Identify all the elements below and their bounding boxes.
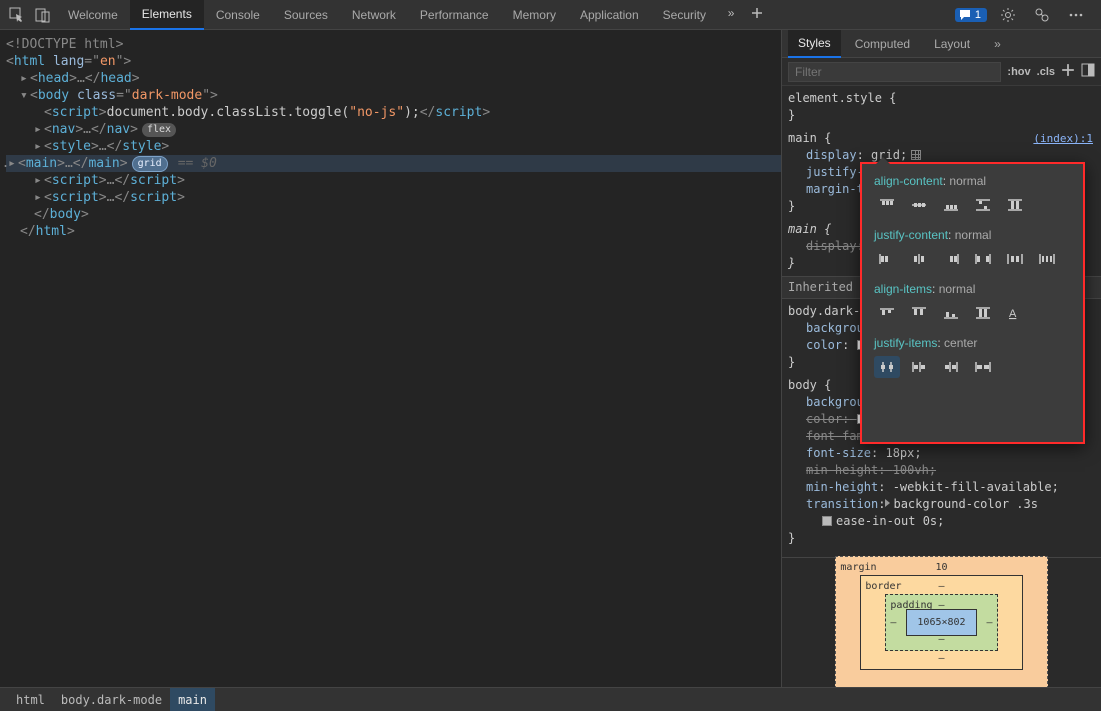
new-style-rule-icon[interactable]: [1061, 63, 1075, 80]
bezier-editor-icon[interactable]: [822, 516, 832, 526]
box-model-diagram[interactable]: margin 10 border – padding – – – – 1065×…: [782, 557, 1101, 687]
align-items-start-icon[interactable]: [874, 302, 900, 324]
justify-content-options: [874, 248, 1071, 270]
align-content-between-icon[interactable]: [970, 194, 996, 216]
kebab-menu-icon[interactable]: [1063, 2, 1089, 28]
cls-toggle[interactable]: .cls: [1037, 66, 1055, 78]
breadcrumb-html[interactable]: html: [8, 688, 53, 711]
justify-items-start-icon[interactable]: [906, 356, 932, 378]
subtab-styles[interactable]: Styles: [788, 30, 841, 58]
justify-items-end-icon[interactable]: [938, 356, 964, 378]
add-tab-icon[interactable]: [744, 0, 770, 26]
tab-security[interactable]: Security: [651, 0, 718, 30]
justify-items-options: [874, 356, 1071, 378]
popover-arrow-icon: [876, 157, 890, 164]
issues-badge[interactable]: 1: [955, 8, 987, 22]
row-actions-icon[interactable]: ...: [0, 155, 10, 172]
grid-editor-icon[interactable]: [911, 150, 921, 160]
align-content-start-icon[interactable]: [874, 194, 900, 216]
justify-items-stretch-icon[interactable]: [970, 356, 996, 378]
breadcrumb-main[interactable]: main: [170, 688, 215, 711]
align-items-options: A: [874, 302, 1071, 324]
tab-console[interactable]: Console: [204, 0, 272, 30]
justify-content-center-icon[interactable]: [906, 248, 932, 270]
computed-toggle-icon[interactable]: [1081, 63, 1095, 80]
justify-content-evenly-icon[interactable]: [1034, 248, 1060, 270]
align-content-options: [874, 194, 1071, 216]
tab-application[interactable]: Application: [568, 0, 651, 30]
tab-memory[interactable]: Memory: [501, 0, 568, 30]
issues-count: 1: [975, 9, 981, 21]
styles-filter-row: :hov .cls: [782, 58, 1101, 86]
styles-subtabs: Styles Computed Layout »: [782, 30, 1101, 58]
align-content-stretch-icon[interactable]: [1002, 194, 1028, 216]
svg-text:A: A: [1009, 308, 1017, 320]
subtab-layout[interactable]: Layout: [924, 30, 980, 58]
styles-filter-input[interactable]: [788, 62, 1001, 82]
justify-content-around-icon[interactable]: [1002, 248, 1028, 270]
tab-network[interactable]: Network: [340, 0, 408, 30]
grid-alignment-popover: align-content: normal justify-content: n…: [860, 162, 1085, 444]
tab-sources[interactable]: Sources: [272, 0, 340, 30]
align-items-end-icon[interactable]: [938, 302, 964, 324]
align-content-center-icon[interactable]: [906, 194, 932, 216]
align-items-baseline-icon[interactable]: A: [1002, 302, 1028, 324]
device-toolbar-icon[interactable]: [30, 2, 56, 28]
justify-content-between-icon[interactable]: [970, 248, 996, 270]
rule-main: main {: [788, 131, 831, 145]
settings-icon[interactable]: [995, 2, 1021, 28]
experiments-icon[interactable]: [1029, 2, 1055, 28]
flex-badge[interactable]: flex: [142, 123, 176, 137]
more-subtabs-icon[interactable]: »: [984, 30, 1011, 58]
hov-toggle[interactable]: :hov: [1007, 66, 1030, 78]
top-toolbar: Welcome Elements Console Sources Network…: [0, 0, 1101, 30]
align-items-center-icon[interactable]: [906, 302, 932, 324]
tab-elements[interactable]: Elements: [130, 0, 204, 30]
more-tabs-icon[interactable]: »: [718, 0, 744, 26]
grid-badge[interactable]: grid: [132, 156, 168, 172]
elements-breadcrumb: html body.dark-mode main: [0, 687, 1101, 711]
expand-shorthand-icon[interactable]: [885, 499, 890, 507]
subtab-computed[interactable]: Computed: [845, 30, 920, 58]
elements-dom-tree[interactable]: <!DOCTYPE html> <html lang="en"> ▸<head>…: [0, 30, 781, 687]
align-items-stretch-icon[interactable]: [970, 302, 996, 324]
align-content-end-icon[interactable]: [938, 194, 964, 216]
rule-element-style: element.style {: [788, 90, 1101, 107]
tab-welcome[interactable]: Welcome: [56, 0, 130, 30]
inspect-element-icon[interactable]: [4, 2, 30, 28]
selected-node-main[interactable]: ... ▸<main>…</main>grid== $0: [6, 155, 781, 172]
toolbar-right: 1: [955, 2, 1097, 28]
main-tabs: Welcome Elements Console Sources Network…: [56, 0, 770, 30]
tab-performance[interactable]: Performance: [408, 0, 501, 30]
justify-content-end-icon[interactable]: [938, 248, 964, 270]
rule-source-link[interactable]: (index):1: [1033, 130, 1093, 147]
doctype: <!DOCTYPE html>: [6, 37, 123, 52]
breadcrumb-body[interactable]: body.dark-mode: [53, 688, 170, 711]
justify-items-center-icon[interactable]: [874, 356, 900, 378]
justify-content-start-icon[interactable]: [874, 248, 900, 270]
